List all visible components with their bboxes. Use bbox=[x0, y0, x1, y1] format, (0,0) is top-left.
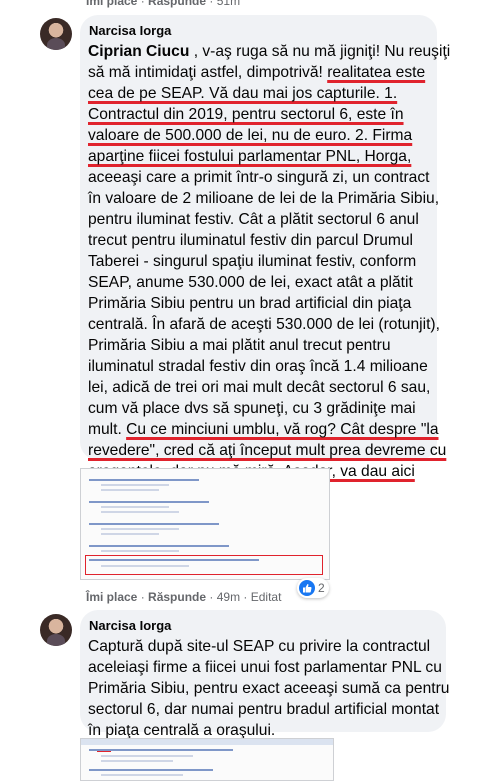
comment-author[interactable]: Narcisa Iorga bbox=[89, 23, 171, 38]
mention-link[interactable]: Horga bbox=[365, 148, 407, 165]
comment-actions: Îmi place · Răspunde · 49m · Editat bbox=[86, 590, 282, 604]
comment-line: Ciprian Ciucu , v-aş ruga să nu mă jigni… bbox=[88, 43, 451, 60]
comment-line: iluminatul stradal festiv din oraş încă … bbox=[88, 358, 428, 375]
comment-line: mult. Cu ce minciuni umblu, vă rog? Cât … bbox=[88, 421, 439, 438]
comment-line: aceleiaşi firme a fiicei unui fost parla… bbox=[88, 659, 442, 676]
avatar[interactable] bbox=[40, 18, 72, 50]
comment-bubble: Narcisa Iorga Captură după site-ul SEAP … bbox=[80, 610, 449, 739]
comment-line: în valoare de 2 milioane de lei de la Pr… bbox=[88, 190, 440, 207]
previous-comment-actions: Îmi place · Răspunde · 51m bbox=[86, 0, 240, 8]
timestamp: 51m bbox=[216, 0, 241, 8]
reply-link[interactable]: Răspunde bbox=[148, 590, 206, 604]
comment-line: revedere", cred că aţi început mult prea… bbox=[88, 442, 447, 459]
edited-label[interactable]: Editat bbox=[251, 590, 282, 604]
comment-line: Captură după site-ul SEAP cu privire la … bbox=[88, 638, 431, 655]
reaction-count: 2 bbox=[318, 581, 325, 595]
comment-line: pentru iluminat festiv. Cât a plătit sec… bbox=[88, 211, 419, 228]
comment-line: cum vă place dvs să spuneţi, cu 3 grădin… bbox=[88, 400, 416, 417]
comment-text: Ciprian Ciucu , v-aş ruga să nu mă jigni… bbox=[88, 41, 450, 503]
like-thumb-icon bbox=[299, 580, 315, 596]
comment-line: centrală. În afară de aceşti 530.000 de … bbox=[88, 316, 440, 333]
comment-author[interactable]: Narcisa Iorga bbox=[89, 618, 171, 633]
comment-line: Primăria Sibiu, pentru exact aceeaşi sum… bbox=[88, 680, 450, 697]
comment-line: Taberei - singurul spaţiu iluminat festi… bbox=[88, 253, 417, 270]
comment-line: să mă intimidaţi astfel, dimpotrivă! rea… bbox=[88, 64, 426, 81]
comment-line: trecut pentru iluminatul festiv din parc… bbox=[88, 232, 414, 249]
attachment-image[interactable] bbox=[80, 738, 334, 781]
comment-line: Primăria Sibiu pentru un brad artificial… bbox=[88, 295, 412, 312]
comment-bubble: Narcisa Iorga Ciprian Ciucu , v-aş ruga … bbox=[80, 15, 450, 501]
comment-line: Contractul din 2019, pentru sectorul 6, … bbox=[88, 106, 404, 123]
attachment-image[interactable] bbox=[80, 468, 330, 580]
comment-line: aparţine fiicei fostului parlamentar PNL… bbox=[88, 148, 412, 165]
comment-line: aceeaşi care a primit într-o singură zi,… bbox=[88, 169, 430, 186]
mention-link[interactable]: Ciprian Ciucu bbox=[88, 43, 189, 60]
avatar[interactable] bbox=[40, 614, 72, 646]
comment-text: Captură după site-ul SEAP cu privire la … bbox=[88, 636, 449, 741]
comment-line: sectorul 6, dar numai pentru bradul arti… bbox=[88, 701, 440, 718]
like-link[interactable]: Îmi place bbox=[86, 590, 137, 604]
reply-link[interactable]: Răspunde bbox=[148, 0, 206, 8]
comment-line: lei, adică de trei ori mai mult decât se… bbox=[88, 379, 431, 396]
timestamp[interactable]: 49m bbox=[217, 590, 240, 604]
reaction-counter[interactable]: 2 bbox=[297, 578, 329, 598]
comment-line: cea de pe SEAP. Vă dau mai jos capturile… bbox=[88, 85, 398, 102]
comment-line: SEAP, anume 530.000 de lei, exact atât a… bbox=[88, 274, 413, 291]
like-link[interactable]: Îmi place bbox=[86, 0, 137, 8]
comment-line: valoare de 500.000 de lei, nu de euro. 2… bbox=[88, 127, 413, 144]
comment-line: Primăria Sibiu a mai plătit anul trecut … bbox=[88, 337, 391, 354]
